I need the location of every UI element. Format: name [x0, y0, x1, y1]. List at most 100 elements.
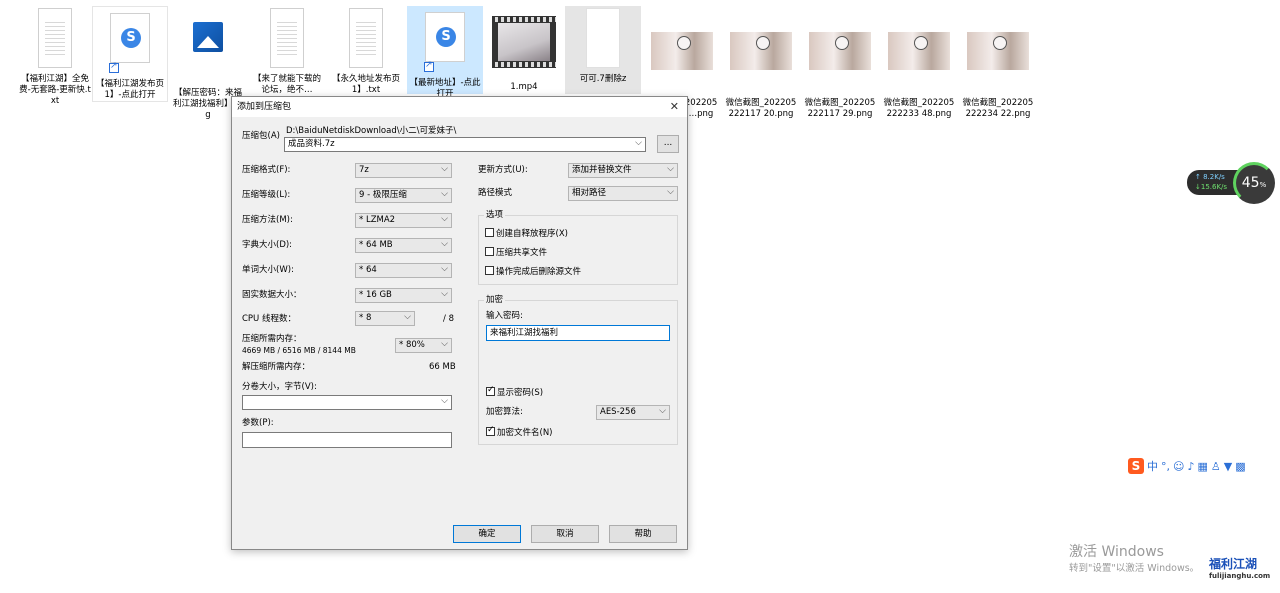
chevron-down-icon: ⌵	[441, 189, 448, 199]
dict-value: * 64 MB	[359, 240, 393, 250]
archive-name-combo[interactable]: 成品资料.7z ⌵	[284, 137, 646, 152]
options-group: 选项 创建自释放程序(X) 压缩共享文件 操作完成后删除源文件	[478, 210, 678, 285]
skin-icon[interactable]: ▼	[1224, 460, 1232, 473]
mem-percent-value: * 80%	[399, 340, 425, 350]
logo-url: fulijianghu.com	[1209, 572, 1271, 580]
text-file-icon	[264, 8, 310, 70]
icon-label: 【来了就能下载的论坛，绝不…	[252, 74, 321, 95]
blank-file-icon	[580, 8, 626, 70]
mem-label: 压缩所需内存：	[242, 334, 302, 344]
desktop-icon-png-4[interactable]: 微信截图_202205222233 48.png	[881, 6, 957, 120]
delete-source-label: 操作完成后删除源文件	[496, 267, 582, 277]
desktop-icon-png-3[interactable]: 微信截图_202205222117 29.png	[802, 6, 878, 120]
chevron-down-icon: ⌵	[659, 406, 666, 416]
help-button[interactable]: 帮助	[609, 525, 677, 543]
format-select[interactable]: 7z ⌵	[355, 163, 452, 178]
split-label: 分卷大小，字节(V):	[242, 382, 317, 392]
sogou-browser-icon: S	[422, 12, 468, 74]
icon-label: 【福利江湖】全免费-无套路-更新快.txt	[19, 74, 91, 106]
sogou-browser-icon: S	[107, 13, 153, 75]
cpu-label: CPU 线程数：	[242, 314, 296, 324]
show-password-checkbox[interactable]: 显示密码(S)	[486, 385, 543, 399]
emoji-icon[interactable]: ☺	[1173, 460, 1184, 473]
desktop-icon-txt-3[interactable]: 【永久地址发布页1】.txt	[328, 6, 404, 96]
cancel-button[interactable]: 取消	[531, 525, 599, 543]
site-logo: 福利江湖 fulijianghu.com	[1209, 555, 1270, 580]
cpu-total: / 8	[443, 314, 454, 324]
microphone-icon[interactable]: ♪	[1187, 460, 1194, 473]
close-icon[interactable]: ✕	[670, 97, 679, 117]
desktop-icon-shortcut-2[interactable]: S 【最新地址】-点此打开	[407, 6, 483, 99]
activate-windows-subtitle: 转到"设置"以激活 Windows。	[1069, 563, 1200, 574]
keyboard-icon[interactable]: ▦	[1198, 460, 1208, 473]
menu-grid-icon[interactable]: ▩	[1235, 460, 1245, 473]
split-select[interactable]: ⌵	[242, 395, 452, 410]
dict-select[interactable]: * 64 MB ⌵	[355, 238, 452, 253]
cpu-select[interactable]: * 8 ⌵	[355, 311, 415, 326]
method-value: * LZMA2	[359, 215, 396, 225]
pathmode-select[interactable]: 相对路径 ⌵	[568, 186, 678, 201]
shared-checkbox[interactable]: 压缩共享文件	[485, 247, 547, 259]
desktop-icon-txt-2[interactable]: 【来了就能下载的论坛，绝不…	[249, 6, 325, 96]
archive-label: 压缩包(A)	[242, 131, 280, 141]
delete-source-checkbox[interactable]: 操作完成后删除源文件	[485, 266, 581, 278]
chevron-down-icon: ⌵	[441, 396, 448, 406]
shortcut-arrow-icon	[109, 61, 119, 73]
usage-ring: 45%	[1233, 162, 1275, 204]
punctuation-icon[interactable]: °,	[1161, 460, 1170, 473]
level-value: 9 - 极限压缩	[359, 190, 407, 200]
icon-label: 微信截图_202205222234 22.png	[962, 98, 1034, 119]
archive-path: D:\BaiduNetdiskDownload\小二\可爱妹子\	[286, 126, 457, 136]
desktop-icon-7z[interactable]: 可可.7删除z	[565, 6, 641, 94]
decomp-label: 解压缩所需内存：	[242, 362, 311, 372]
desktop-icon-txt-1[interactable]: 【福利江湖】全免费-无套路-更新快.txt	[17, 6, 93, 107]
format-value: 7z	[359, 165, 369, 175]
params-label: 参数(P):	[242, 418, 274, 428]
update-select[interactable]: 添加并替换文件 ⌵	[568, 163, 678, 178]
chevron-down-icon: ⌵	[441, 289, 448, 299]
params-input[interactable]	[242, 432, 452, 448]
desktop-icon-png-2[interactable]: 微信截图_202205222117 20.png	[723, 6, 799, 120]
encrypt-names-label: 加密文件名(N)	[497, 428, 553, 438]
word-select[interactable]: * 64 ⌵	[355, 263, 452, 278]
method-select[interactable]: * LZMA2 ⌵	[355, 213, 452, 228]
desktop-icon-mp4[interactable]: 1.mp4	[486, 6, 562, 93]
desktop-icon-png-5[interactable]: 微信截图_202205222234 22.png	[960, 6, 1036, 120]
password-label: 输入密码:	[486, 311, 523, 321]
ime-language[interactable]: 中	[1147, 458, 1158, 474]
level-label: 压缩等级(L):	[242, 190, 291, 200]
solid-label: 固实数据大小：	[242, 290, 302, 300]
dialog-title: 添加到压缩包	[237, 102, 292, 112]
icon-label: 微信截图_202205222117 29.png	[804, 98, 876, 119]
dialog-titlebar: 添加到压缩包 ✕	[232, 97, 687, 117]
sfx-checkbox[interactable]: 创建自释放程序(X)	[485, 228, 568, 240]
ime-toolbar[interactable]: S 中 °, ☺ ♪ ▦ ♙ ▼ ▩	[1128, 457, 1246, 475]
checkbox-icon	[485, 228, 494, 237]
user-icon[interactable]: ♙	[1211, 460, 1221, 473]
level-select[interactable]: 9 - 极限压缩 ⌵	[355, 188, 452, 203]
sogou-logo-icon[interactable]: S	[1128, 458, 1144, 474]
activate-windows-title: 激活 Windows	[1069, 544, 1164, 560]
sfx-label: 创建自释放程序(X)	[496, 229, 568, 239]
image-thumbnail-icon	[650, 32, 714, 94]
image-thumbnail-icon	[966, 32, 1030, 94]
word-label: 单词大小(W):	[242, 265, 294, 275]
chevron-down-icon: ⌵	[441, 214, 448, 224]
icon-label: 【永久地址发布页1】.txt	[331, 74, 400, 95]
browse-button[interactable]: ...	[657, 135, 679, 153]
solid-select[interactable]: * 16 GB ⌵	[355, 288, 452, 303]
encrypt-names-checkbox[interactable]: 加密文件名(N)	[486, 425, 553, 439]
chevron-down-icon: ⌵	[667, 187, 674, 197]
ok-button[interactable]: 确定	[453, 525, 521, 543]
encryption-group: 加密 输入密码: 来福利江湖找福利 显示密码(S) 加密算法: AES-256 ⌵…	[478, 295, 678, 445]
text-file-icon	[343, 8, 389, 70]
dict-label: 字典大小(D):	[242, 240, 293, 250]
update-label: 更新方式(U):	[478, 165, 528, 175]
network-speed-widget[interactable]: ↑ 8.2K/s ↓15.6K/s 45%	[1187, 162, 1277, 204]
checkbox-icon	[485, 247, 494, 256]
mem-percent-select[interactable]: * 80% ⌵	[395, 338, 452, 353]
desktop-icon-shortcut-1[interactable]: S 【福利江湖发布页1】-点此打开	[92, 6, 168, 102]
password-input[interactable]: 来福利江湖找福利	[486, 325, 670, 341]
enc-method-select[interactable]: AES-256 ⌵	[596, 405, 670, 420]
mem-value: 4669 MB / 6516 MB / 8144 MB	[242, 346, 356, 355]
